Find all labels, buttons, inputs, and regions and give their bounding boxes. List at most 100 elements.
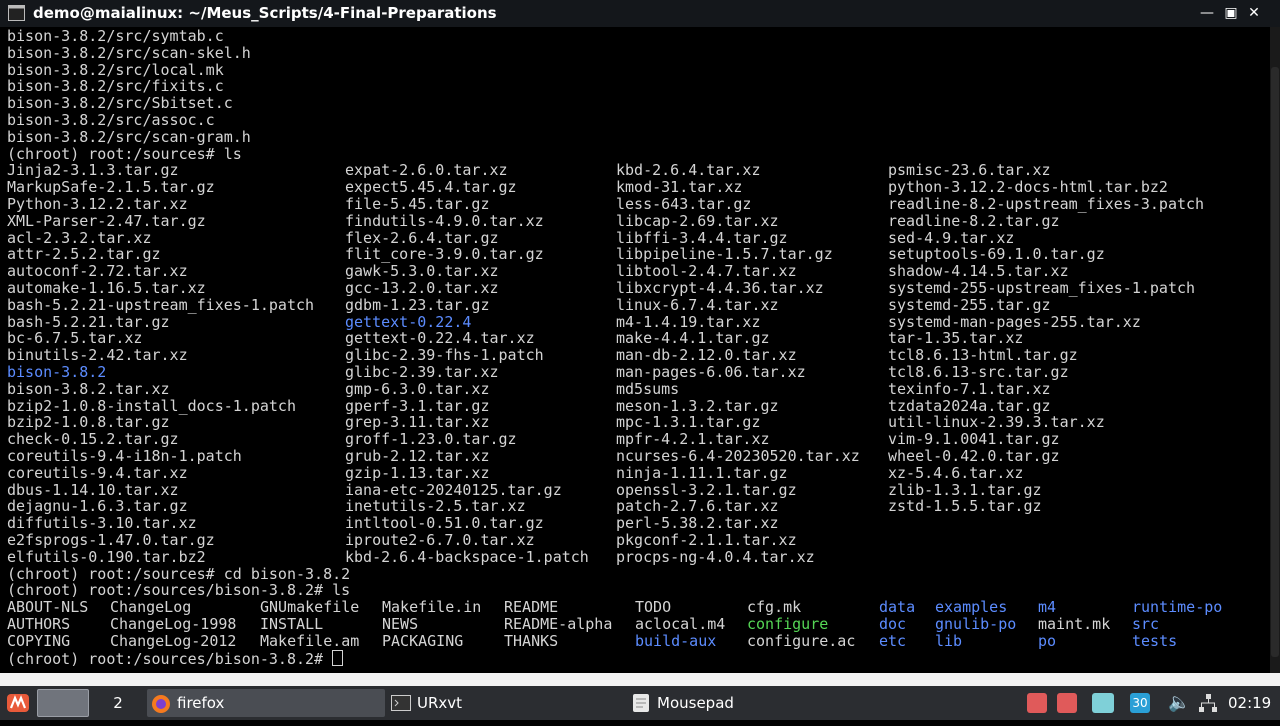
terminal-entry: shadow-4.14.5.tar.xz [888, 262, 1069, 280]
terminal-window-icon [8, 5, 25, 21]
terminal-line: automake-1.16.5.tar.xz gcc-13.2.0.tar.xz l… [7, 280, 1257, 297]
terminal-entry: ChangeLog [110, 598, 192, 616]
terminal-entry: GNUmakefile [260, 598, 360, 616]
terminal-entry: maint.mk [1038, 615, 1111, 633]
terminal-line: autoconf-2.72.tar.xz gawk-5.3.0.tar.xz lib… [7, 263, 1257, 280]
maximize-button[interactable]: ▣ [1222, 4, 1240, 22]
terminal-entry: texinfo-7.1.tar.xz [888, 380, 1051, 398]
terminal-entry: THANKS [504, 632, 559, 650]
workspace-1[interactable] [37, 689, 89, 717]
workspace-2[interactable]: 2 [92, 689, 144, 717]
terminal-entry: TODO [635, 598, 672, 616]
terminal-line: attr-2.5.2.tar.gz flit_core-3.9.0.tar.gz l… [7, 246, 1257, 263]
terminal-line: bison-3.8.2.tar.xz gmp-6.3.0.tar.xz md5sum… [7, 381, 1257, 398]
terminal-entry: iproute2-6.7.0.tar.xz [345, 531, 535, 549]
terminal-entry: kbd-2.6.4-backspace-1.patch [345, 548, 589, 566]
terminal-scrollbar[interactable] [1270, 27, 1280, 673]
terminal-entry: bison-3.8.2/src/scan-gram.h [7, 128, 251, 146]
terminal-entry: bash-5.2.21-upstream_fixes-1.patch [7, 296, 315, 314]
terminal-entry: kbd-2.6.4.tar.xz [616, 161, 761, 179]
terminal-entry: examples [935, 598, 1008, 616]
terminal-entry: ncurses-6.4-20230520.tar.xz [616, 447, 860, 465]
window-titlebar[interactable]: demo@maialinux: ~/Meus_Scripts/4-Final-P… [0, 0, 1280, 27]
terminal-entry: README [504, 598, 559, 616]
terminal-line: Jinja2-3.1.3.tar.gz expat-2.6.0.tar.xz kbd… [7, 162, 1257, 179]
task-label: firefox [177, 694, 225, 712]
terminal-line: coreutils-9.4.tar.xz gzip-1.13.tar.xz ninj… [7, 465, 1257, 482]
terminal-entry: automake-1.16.5.tar.xz [7, 279, 206, 297]
terminal-entry: runtime-po [1132, 598, 1223, 616]
terminal-line: ABOUT-NLS ChangeLog GNUmakefile Makefile.in… [7, 599, 1257, 616]
terminal-output[interactable]: bison-3.8.2/src/symtab.c bison-3.8.2/src/… [0, 27, 1270, 673]
terminal-icon [391, 695, 411, 711]
network-icon[interactable] [1198, 693, 1218, 713]
terminal-entry: XML-Parser-2.47.tar.gz [7, 212, 206, 230]
terminal-entry: bzip2-1.0.8.tar.gz [7, 413, 170, 431]
screen-recorder-icon[interactable] [1027, 693, 1047, 713]
terminal-entry: diffutils-3.10.tar.xz [7, 514, 197, 532]
terminal-line: diffutils-3.10.tar.xz intltool-0.51.0.tar… [7, 515, 1257, 532]
terminal-entry: Makefile.in [382, 598, 482, 616]
terminal-line: (chroot) root:/sources/bison-3.8.2# ls [7, 582, 350, 599]
terminal-entry: ABOUT-NLS [7, 598, 89, 616]
terminal-entry: man-pages-6.06.tar.xz [616, 363, 806, 381]
terminal-entry: grub-2.12.tar.xz [345, 447, 490, 465]
terminal-entry: Python-3.12.2.tar.xz [7, 195, 188, 213]
terminal-line: bison-3.8.2 glibc-2.39.tar.xz man-pages-6.… [7, 364, 1257, 381]
terminal-entry: configure.ac [747, 632, 856, 650]
terminal-entry: vim-9.1.0041.tar.gz [888, 430, 1060, 448]
terminal-entry: man-db-2.12.0.tar.xz [616, 346, 797, 364]
screenshot-icon[interactable] [1057, 693, 1077, 713]
terminal-entry: bison-3.8.2/src/assoc.c [7, 111, 215, 129]
terminal-entry: pkgconf-2.1.1.tar.xz [616, 531, 797, 549]
terminal-entry: tcl8.6.13-html.tar.gz [888, 346, 1078, 364]
terminal-entry: INSTALL [260, 615, 324, 633]
calendar-badge-icon[interactable]: 30 [1130, 693, 1150, 713]
terminal-entry: bison-3.8.2/src/Sbitset.c [7, 94, 233, 112]
terminal-entry: po [1038, 632, 1057, 650]
terminal-entry: bison-3.8.2/src/fixits.c [7, 77, 224, 95]
close-button[interactable]: ✕ [1245, 4, 1263, 22]
terminal-entry: coreutils-9.4-i18n-1.patch [7, 447, 242, 465]
terminal-line: bison-3.8.2/src/scan-gram.h [7, 129, 251, 146]
terminal-entry: zstd-1.5.5.tar.gz [888, 497, 1042, 515]
terminal-entry: aclocal.m4 [635, 615, 726, 633]
terminal-cursor [332, 650, 344, 666]
display-icon[interactable] [1092, 693, 1114, 713]
taskbar: 2 firefox URxvt Mousepad 30 🔈 02:19 [0, 686, 1280, 720]
terminal-entry: build-aux [635, 632, 717, 650]
clock[interactable]: 02:19 [1228, 694, 1271, 712]
terminal-entry: data [879, 598, 916, 616]
terminal-entry: MarkupSafe-2.1.5.tar.gz [7, 178, 215, 196]
terminal-entry: coreutils-9.4.tar.xz [7, 464, 188, 482]
task-mousepad[interactable]: Mousepad [627, 689, 865, 717]
terminal-line: AUTHORS ChangeLog-1998 INSTALL NEWS README-a… [7, 616, 1257, 633]
terminal-entry: gawk-5.3.0.tar.xz [345, 262, 499, 280]
terminal-line: coreutils-9.4-i18n-1.patch grub-2.12.tar.… [7, 448, 1257, 465]
terminal-entry: bison-3.8.2 [7, 363, 107, 381]
terminal-line: binutils-2.42.tar.xz glibc-2.39-fhs-1.pat… [7, 347, 1257, 364]
terminal-entry: COPYING [7, 632, 71, 650]
task-label: Mousepad [657, 694, 734, 712]
terminal-entry: intltool-0.51.0.tar.gz [345, 514, 544, 532]
terminal-entry: glibc-2.39-fhs-1.patch [345, 346, 544, 364]
task-firefox[interactable]: firefox [147, 689, 385, 717]
terminal-line: bison-3.8.2/src/assoc.c [7, 112, 215, 129]
text-editor-icon [633, 694, 649, 712]
app-menu-button[interactable] [4, 689, 32, 717]
terminal-entry: mpc-1.3.1.tar.gz [616, 413, 761, 431]
terminal-entry: bison-3.8.2/src/symtab.c [7, 27, 224, 45]
minimize-button[interactable]: — [1198, 4, 1216, 22]
terminal-entry: NEWS [382, 615, 419, 633]
terminal-line: bison-3.8.2/src/symtab.c [7, 28, 224, 45]
scrollbar-thumb[interactable] [1271, 67, 1279, 657]
terminal-line: Python-3.12.2.tar.xz file-5.45.tar.gz less… [7, 196, 1257, 213]
task-urxvt[interactable]: URxvt [387, 689, 625, 717]
firefox-icon [152, 695, 170, 713]
window-title: demo@maialinux: ~/Meus_Scripts/4-Final-P… [33, 4, 497, 22]
terminal-entry: elfutils-0.190.tar.bz2 [7, 548, 206, 566]
terminal-line: bash-5.2.21-upstream_fixes-1.patch gdbm-1… [7, 297, 1257, 314]
terminal-entry: m4 [1038, 598, 1057, 616]
volume-icon[interactable]: 🔈 [1168, 693, 1190, 713]
terminal-entry: PACKAGING [382, 632, 464, 650]
